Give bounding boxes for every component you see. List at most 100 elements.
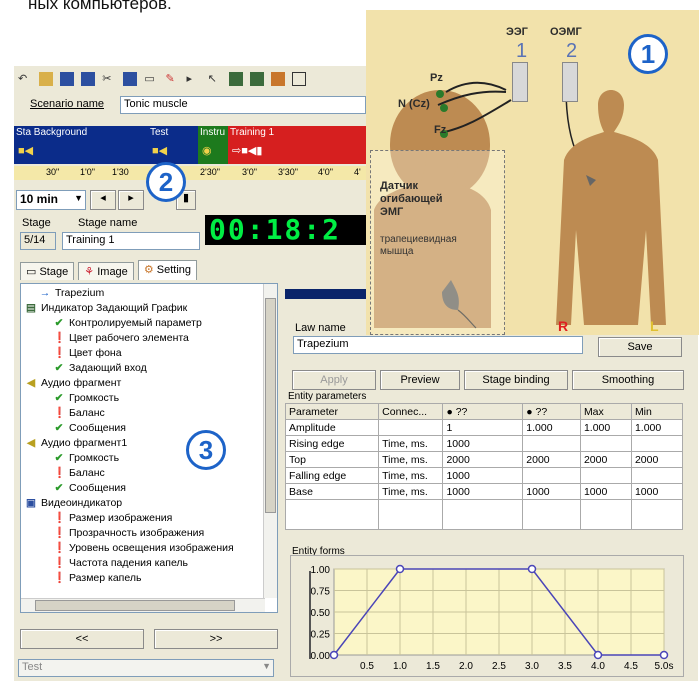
tree-item[interactable]: ✔ Громкость (53, 451, 119, 465)
table-cell[interactable]: 1.000 (630, 419, 684, 436)
tree-item[interactable]: → Trapezium (39, 286, 105, 300)
table-row[interactable]: Amplitude 1 1.000 1.000 1.000 (284, 419, 684, 436)
segment-media-icon: ■◀ (18, 145, 34, 157)
tree-item[interactable]: ✔ Громкость (53, 391, 119, 405)
tab-image[interactable]: ⚘ Image (78, 262, 134, 280)
table-cell[interactable] (522, 467, 581, 484)
step-back-button[interactable]: ◂ (90, 190, 116, 210)
col-header[interactable]: Parameter (284, 403, 380, 420)
table-cell[interactable]: 1000 (630, 483, 684, 500)
user-icon[interactable] (270, 72, 285, 86)
table-icon[interactable] (249, 72, 264, 86)
scroll-thumb[interactable] (265, 298, 276, 513)
y-tick-label: 0.00 (311, 651, 331, 662)
cut-icon[interactable]: ✂ (102, 72, 116, 86)
table-cell[interactable]: 1.000 (579, 419, 632, 436)
table-cell[interactable]: 1000 (579, 483, 632, 500)
col-header[interactable]: Connec... (378, 403, 444, 420)
table-cell[interactable]: 1000 (442, 467, 524, 484)
strip-segment-test[interactable]: Test ■◀ (148, 126, 198, 164)
tree-item[interactable]: ❗ Цвет рабочего элемента (53, 331, 189, 345)
table-cell: Falling edge (284, 467, 380, 484)
tab-setting[interactable]: ⚙ Setting (137, 260, 198, 280)
scroll-thumb[interactable] (35, 600, 235, 611)
col-header[interactable]: ● ?? (442, 403, 524, 420)
copy-icon[interactable] (123, 72, 138, 86)
table-cell[interactable]: 1 (442, 419, 524, 436)
document-icon[interactable] (291, 72, 306, 86)
col-header[interactable]: Min (630, 403, 684, 420)
play-icon[interactable]: ▸ (187, 72, 201, 86)
tab-stage[interactable]: ▭ Stage (20, 262, 75, 280)
paste-icon[interactable]: ▭ (144, 72, 158, 86)
tree-item[interactable]: ❗ Частота падения капель (53, 556, 188, 570)
table-cell[interactable] (630, 467, 684, 484)
col-header[interactable]: Max (579, 403, 632, 420)
table-cell[interactable]: 2000 (579, 451, 632, 468)
strip-segment-training[interactable]: Training 1 ⇨■◀▮ (228, 126, 374, 164)
bottom-select[interactable]: Test ▼ (18, 659, 274, 677)
next-button[interactable]: >> (154, 629, 278, 649)
law-name-field[interactable]: Trapezium (293, 336, 583, 354)
strip-segment-instruction[interactable]: Instru ◉ (198, 126, 228, 164)
table-row[interactable]: Rising edge Time, ms. 1000 (284, 435, 684, 452)
col-header[interactable]: ● ?? (522, 403, 581, 420)
table-cell[interactable]: 2000 (522, 451, 581, 468)
table-cell[interactable] (579, 435, 632, 452)
marker-icon[interactable]: ✎ (165, 72, 179, 86)
save-icon[interactable] (60, 72, 75, 86)
preview-button[interactable]: Preview (380, 370, 460, 390)
prev-button[interactable]: << (20, 629, 144, 649)
pointer-icon[interactable]: ↖ (208, 72, 222, 86)
table-cell[interactable]: 1000 (522, 483, 581, 500)
table-cell[interactable]: 2000 (630, 451, 684, 468)
tree-item[interactable]: ✔ Задающий вход (53, 361, 147, 375)
tree-item[interactable]: ✔ Сообщения (53, 481, 126, 495)
tree-item[interactable]: ❗ Баланс (53, 466, 105, 480)
apply-button[interactable]: Apply (292, 370, 376, 390)
tree-item[interactable]: ❗ Цвет фона (53, 346, 122, 360)
tree-item[interactable]: ❗ Баланс (53, 406, 105, 420)
strip-segment-background[interactable]: Sta Background ■◀ (14, 126, 148, 164)
stage-number-field[interactable]: 5/14 (20, 232, 56, 250)
vertical-scrollbar[interactable] (263, 284, 277, 598)
duration-select[interactable]: 10 min ▼ (16, 190, 86, 210)
scenario-name-field[interactable]: Tonic muscle (120, 96, 366, 114)
table-cell[interactable] (579, 467, 632, 484)
stage-name-field[interactable]: Training 1 (62, 232, 200, 250)
tree-item[interactable]: ✔ Контролируемый параметр (53, 316, 202, 330)
data-point (329, 650, 339, 660)
tree-item[interactable]: ❗ Прозрачность изображения (53, 526, 204, 540)
tree-item[interactable]: ▣ Видеоиндикатор (25, 496, 122, 510)
table-cell[interactable] (630, 435, 684, 452)
smoothing-button[interactable]: Smoothing (572, 370, 684, 390)
save-as-icon[interactable] (81, 72, 96, 86)
sensor-title-line: Датчик (380, 180, 418, 192)
table-row[interactable]: Falling edge Time, ms. 1000 (284, 467, 684, 484)
step-forward-button[interactable]: ▸ (118, 190, 144, 210)
save-button[interactable]: Save (598, 337, 682, 357)
tree-item[interactable]: ▤ Индикатор Задающий График (25, 301, 187, 315)
tree-item[interactable]: ❗ Размер капель (53, 571, 141, 585)
table-cell[interactable]: 2000 (442, 451, 524, 468)
tree-item[interactable]: ◀ Аудио фрагмент (25, 376, 121, 390)
horizontal-scrollbar[interactable] (21, 598, 265, 612)
table-row[interactable]: Top Time, ms. 2000 2000 2000 2000 (284, 451, 684, 468)
tree-item[interactable]: ◀ Аудио фрагмент1 (25, 436, 127, 450)
image-tab-icon: ⚘ (84, 266, 95, 278)
table-row[interactable]: Base Time, ms. 1000 1000 1000 1000 (284, 483, 684, 500)
table-cell[interactable]: 1000 (442, 435, 524, 452)
tree-item[interactable]: ✔ Сообщения (53, 421, 126, 435)
x-tick-label: 1.0 (393, 661, 407, 672)
undo-icon[interactable]: ↶ (18, 72, 32, 86)
chart-icon[interactable] (228, 72, 243, 86)
open-icon[interactable] (39, 72, 54, 86)
table-cell[interactable]: 1000 (442, 483, 524, 500)
entity-forms-chart: 0.5 1.0 1.5 2.0 2.5 3.0 3.5 4.0 4.5 5.0s 0.00 0.25 0… (309, 564, 673, 672)
tree-item[interactable]: ❗ Размер изображения (53, 511, 172, 525)
tree-item[interactable]: ❗ Уровень освещения изображения (53, 541, 234, 555)
table-cell[interactable]: 1.000 (522, 419, 581, 436)
stage-binding-button[interactable]: Stage binding (464, 370, 568, 390)
law-name-label: Law name (295, 322, 346, 334)
table-cell[interactable] (522, 435, 581, 452)
